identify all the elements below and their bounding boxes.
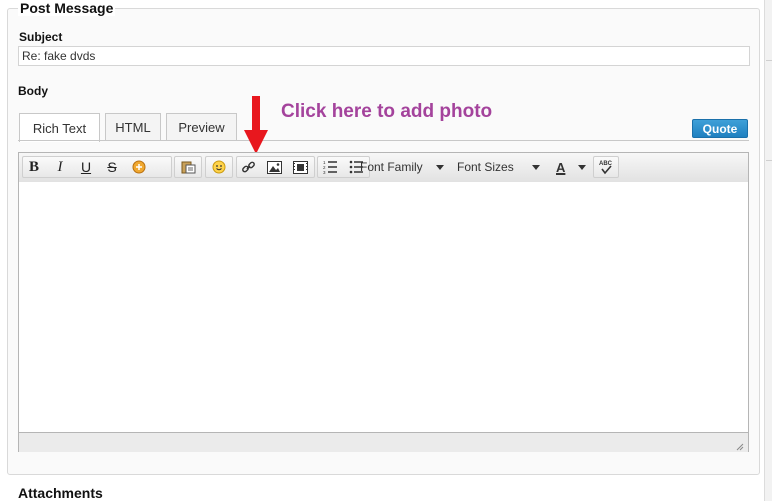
tab-preview[interactable]: Preview (166, 113, 237, 140)
attachments-heading: Attachments (18, 485, 103, 501)
red-arrow-icon (244, 96, 268, 157)
spellcheck-icon[interactable]: ABC (596, 156, 616, 178)
editor-statusbar (19, 432, 748, 452)
chevron-down-icon (578, 165, 586, 170)
underline-button[interactable]: U (76, 156, 96, 178)
font-family-select[interactable]: Font Family (357, 156, 446, 178)
font-family-label: Font Family (360, 160, 423, 174)
tab-html[interactable]: HTML (105, 113, 161, 140)
bold-button[interactable]: B (24, 156, 44, 178)
emoticon-icon[interactable] (209, 156, 229, 178)
resize-grip-icon[interactable] (735, 440, 744, 451)
numbered-list-icon[interactable]: 123 (320, 156, 340, 178)
chevron-down-icon (532, 165, 540, 170)
video-icon[interactable] (290, 156, 310, 178)
clear-format-icon[interactable] (129, 156, 149, 178)
svg-text:3: 3 (323, 170, 326, 174)
font-sizes-select[interactable]: Font Sizes (454, 156, 542, 178)
paste-icon[interactable] (178, 156, 198, 178)
italic-button[interactable]: I (50, 156, 70, 178)
scrollbar-mark (766, 160, 772, 161)
editor-content-area[interactable] (19, 182, 748, 432)
strikethrough-button[interactable]: S (102, 156, 122, 178)
page-scrollbar[interactable] (764, 0, 772, 501)
rich-text-editor: B I U S 123 Font Family Font Sizes A ABC (18, 152, 749, 452)
editor-toolbar: B I U S 123 Font Family Font Sizes A ABC (19, 153, 748, 183)
post-message-legend: Post Message (18, 0, 116, 16)
body-label: Body (18, 84, 48, 98)
add-photo-annotation: Click here to add photo (281, 101, 493, 122)
quote-button[interactable]: Quote (692, 119, 748, 138)
link-icon[interactable] (238, 156, 258, 178)
format-group (22, 156, 172, 178)
chevron-down-icon (436, 165, 444, 170)
font-color-icon: A (556, 159, 566, 175)
font-sizes-label: Font Sizes (457, 160, 514, 174)
image-icon[interactable] (264, 156, 284, 178)
tab-rich-text[interactable]: Rich Text (19, 113, 100, 142)
subject-input[interactable] (18, 46, 750, 66)
font-color-select[interactable]: A (552, 156, 588, 178)
subject-label: Subject (19, 30, 63, 44)
tab-underline (18, 140, 749, 141)
scrollbar-mark (766, 60, 772, 61)
